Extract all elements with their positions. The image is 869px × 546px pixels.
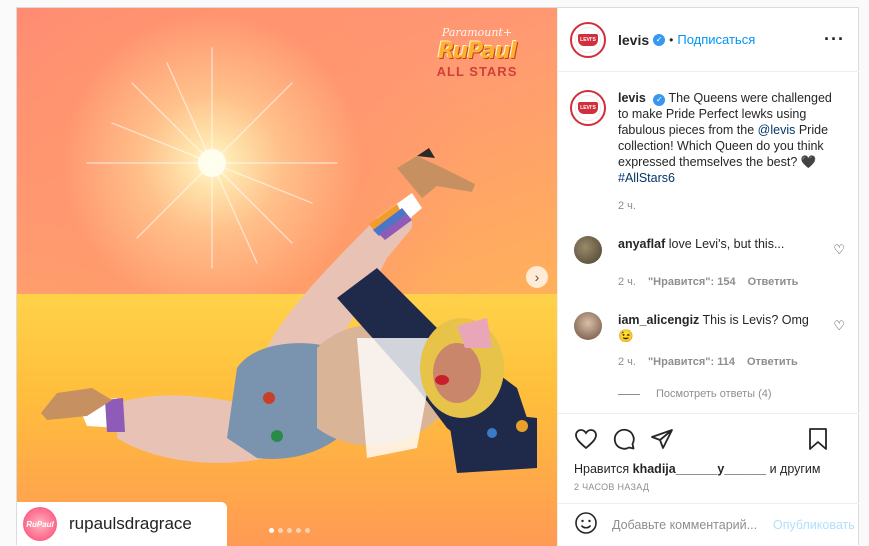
- comment-text: iam_alicengiz This is Levis? Omg 😉: [618, 312, 813, 344]
- logo-subtitle: ALL STARS: [436, 64, 518, 79]
- commenter-avatar[interactable]: [574, 236, 602, 264]
- tagged-account-card[interactable]: RuPaul rupaulsdragrace: [17, 502, 227, 546]
- comment-content: love Levi's, but this...: [668, 237, 785, 251]
- heart-icon[interactable]: ♡: [833, 318, 845, 334]
- comments-list[interactable]: LEVI'S levis ✓ The Queens were challenge…: [558, 72, 859, 413]
- reply-button[interactable]: Ответить: [747, 356, 798, 368]
- comment-meta: 2 ч. "Нравится": 114 Ответить: [618, 356, 845, 368]
- post-timestamp[interactable]: 2 ЧАСОВ НАЗАД: [574, 482, 843, 492]
- caption-hashtag[interactable]: #AllStars6: [618, 171, 675, 185]
- caption-username[interactable]: levis: [618, 91, 646, 105]
- comment-time: 2 ч.: [618, 356, 636, 368]
- publish-button[interactable]: Опубликовать: [773, 518, 855, 532]
- tagged-account-username[interactable]: rupaulsdragrace: [69, 514, 192, 534]
- post-container: Paramount+ RuPaul ALL STARS › RuPaul rup…: [16, 7, 859, 546]
- comment-likes[interactable]: "Нравится": 154: [648, 276, 736, 288]
- app-frame: Paramount+ RuPaul ALL STARS › RuPaul rup…: [0, 0, 869, 546]
- heart-icon[interactable]: [574, 427, 598, 456]
- post-actions: Нравится khadija______y______ и другим 2…: [558, 413, 859, 492]
- liked-by-user[interactable]: khadija______y______: [633, 462, 766, 476]
- likes-summary: Нравится khadija______y______ и другим: [574, 462, 843, 476]
- verified-badge-icon: ✓: [653, 33, 666, 46]
- post-header: LEVI'S levis ✓ • Подписаться ···: [558, 8, 859, 72]
- comment-item: anyaflaf love Levi's, but this... ♡: [570, 236, 845, 264]
- post-sidebar: LEVI'S levis ✓ • Подписаться ··· LEVI'S: [557, 8, 859, 546]
- comment-time: 2 ч.: [618, 276, 636, 288]
- carousel-dot: [287, 528, 292, 533]
- caption-text: levis ✓ The Queens were challenged to ma…: [618, 90, 838, 186]
- carousel-dot: [296, 528, 301, 533]
- reply-button[interactable]: Ответить: [748, 276, 799, 288]
- carousel-dot: [269, 528, 274, 533]
- comment-username[interactable]: anyaflaf: [618, 237, 665, 251]
- logo-title: RuPaul: [437, 39, 517, 64]
- caption-author-avatar[interactable]: LEVI'S: [570, 90, 606, 126]
- comment-meta: 2 ч. "Нравится": 154 Ответить: [618, 276, 845, 288]
- view-replies-button[interactable]: Посмотреть ответы (4): [618, 388, 845, 400]
- show-logo: Paramount+ RuPaul ALL STARS: [427, 26, 527, 79]
- follow-button[interactable]: Подписаться: [677, 32, 755, 47]
- comment-likes[interactable]: "Нравится": 114: [648, 356, 735, 368]
- carousel-indicator: [269, 528, 310, 533]
- comment-text: anyaflaf love Levi's, but this...: [618, 236, 813, 264]
- heart-icon[interactable]: ♡: [833, 242, 845, 258]
- caption-mention[interactable]: @levis: [758, 123, 796, 137]
- author-avatar[interactable]: LEVI'S: [570, 21, 606, 58]
- more-options-icon[interactable]: ···: [824, 29, 845, 50]
- caption-time: 2 ч.: [618, 200, 636, 212]
- tagged-account-avatar: RuPaul: [23, 507, 57, 541]
- add-comment-bar: Опубликовать: [558, 503, 859, 546]
- action-bar: [574, 424, 843, 458]
- comment-item: iam_alicengiz This is Levis? Omg 😉 ♡: [570, 312, 845, 344]
- post-media[interactable]: Paramount+ RuPaul ALL STARS › RuPaul rup…: [17, 8, 557, 546]
- share-icon[interactable]: [650, 427, 674, 456]
- post-caption: LEVI'S levis ✓ The Queens were challenge…: [570, 90, 845, 186]
- comment-icon[interactable]: [612, 427, 636, 456]
- likes-prefix: Нравится: [574, 462, 633, 476]
- model-figure: [41, 148, 537, 473]
- commenter-avatar[interactable]: [574, 312, 602, 340]
- emoji-icon[interactable]: [574, 511, 598, 540]
- bookmark-icon[interactable]: [807, 427, 829, 456]
- comment-username[interactable]: iam_alicengiz: [618, 313, 699, 327]
- chevron-right-icon[interactable]: ›: [526, 266, 548, 288]
- author-username[interactable]: levis: [618, 32, 649, 48]
- separator-dot: •: [669, 32, 674, 47]
- levis-logo-icon: LEVI'S: [575, 95, 601, 121]
- likes-suffix[interactable]: и другим: [766, 462, 821, 476]
- comment-input[interactable]: [612, 518, 773, 532]
- carousel-dot: [305, 528, 310, 533]
- levis-logo-icon: LEVI'S: [575, 26, 601, 53]
- verified-badge-icon: ✓: [653, 94, 666, 106]
- logo-brand: Paramount+: [441, 26, 513, 39]
- replies-line: [618, 393, 640, 395]
- view-replies-label: Посмотреть ответы (4): [656, 388, 772, 400]
- carousel-dot: [278, 528, 283, 533]
